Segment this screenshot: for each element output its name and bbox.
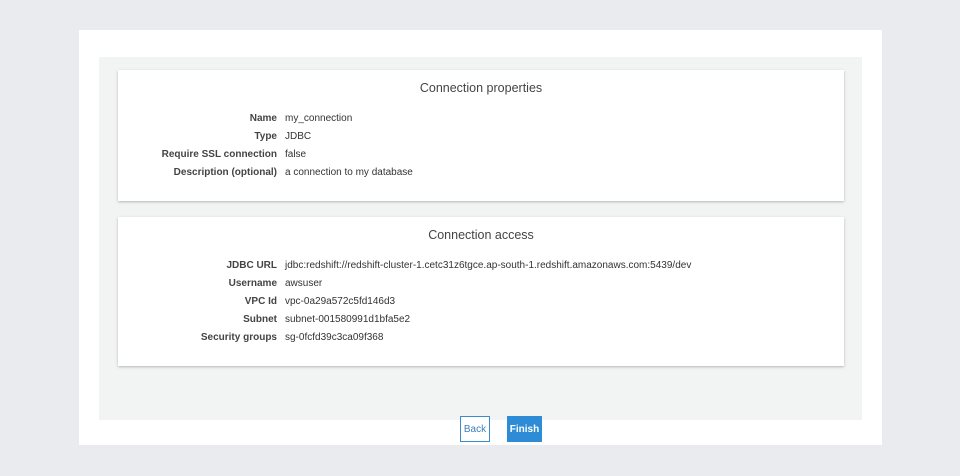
access-row-subnet: Subnet subnet-001580991d1bfa5e2 [118,311,844,329]
access-row-vpc-id: VPC Id vpc-0a29a572c5fd146d3 [118,293,844,311]
property-row-ssl: Require SSL connection false [118,146,844,164]
property-value: false [285,149,307,160]
finish-button[interactable]: Finish [507,416,542,442]
property-row-name: Name my_connection [118,110,844,128]
access-row-jdbc-url: JDBC URL jdbc:redshift://redshift-cluste… [118,257,844,275]
connection-properties-title: Connection properties [419,81,543,95]
access-label: VPC Id [244,296,277,307]
property-value: JDBC [285,131,312,142]
access-row-username: Username awsuser [118,275,844,293]
review-panel: Connection properties Name my_connection… [99,57,862,442]
property-value: a connection to my database [285,167,413,178]
property-label: Require SSL connection [161,149,277,160]
property-label: Description (optional) [173,167,277,178]
access-row-security-groups: Security groups sg-0fcfd39c3ca09f368 [118,329,844,347]
connection-properties-list: Name my_connection Type JDBC Require SSL… [118,110,844,182]
connection-access-card: Connection access JDBC URL jdbc:redshift… [118,217,844,366]
access-value: awsuser [285,278,323,289]
access-value: vpc-0a29a572c5fd146d3 [285,296,396,307]
access-value: sg-0fcfd39c3ca09f368 [285,332,384,343]
connection-properties-card: Connection properties Name my_connection… [118,70,844,201]
property-label: Name [249,113,277,124]
wizard-frame: Connection properties Name my_connection… [79,30,882,445]
access-label: Security groups [200,332,277,343]
access-label: Username [228,278,277,289]
access-value: jdbc:redshift://redshift-cluster-1.cetc3… [285,260,692,271]
property-value: my_connection [285,113,353,124]
connection-access-title: Connection access [428,228,534,242]
access-value: subnet-001580991d1bfa5e2 [285,314,411,325]
access-label: JDBC URL [226,260,277,271]
access-label: Subnet [243,314,277,325]
property-row-type: Type JDBC [118,128,844,146]
property-row-description: Description (optional) a connection to m… [118,164,844,182]
property-label: Type [254,131,277,142]
connection-access-list: JDBC URL jdbc:redshift://redshift-cluste… [118,257,844,347]
back-button[interactable]: Back [460,416,490,442]
